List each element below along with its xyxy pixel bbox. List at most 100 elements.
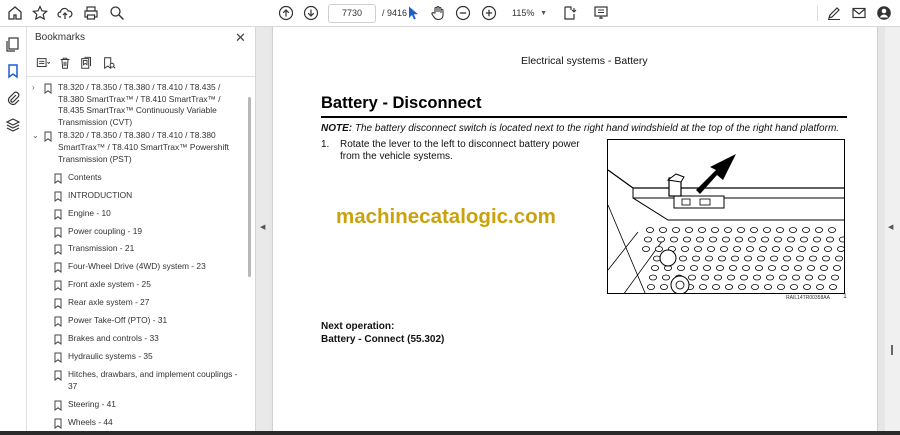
vent-hole: [692, 255, 701, 262]
bookmark-item[interactable]: Steering - 41: [27, 399, 241, 411]
vent-hole: [660, 284, 669, 290]
star-icon[interactable]: [31, 4, 49, 22]
bookmark-item[interactable]: Rear axle system - 27: [27, 297, 241, 310]
vent-hole: [741, 265, 750, 271]
vent-hole: [694, 246, 703, 252]
page-fit-icon[interactable]: [562, 4, 580, 22]
annotate-icon[interactable]: [592, 4, 610, 22]
vent-hole: [760, 236, 769, 243]
bookmark-label: Transmission - 21: [68, 243, 135, 254]
side-rail: [0, 27, 27, 435]
bookmark-label: Rear axle system - 27: [68, 297, 150, 308]
vent-hole: [817, 274, 826, 281]
bookmark-item[interactable]: Power coupling - 19: [27, 226, 241, 238]
scroll-thumb[interactable]: [891, 345, 893, 355]
vent-hole: [791, 274, 800, 281]
print-icon[interactable]: [82, 4, 100, 22]
bookmark-item[interactable]: Contents: [27, 172, 241, 184]
bookmark-item[interactable]: Four-Wheel Drive (4WD) system - 23: [27, 261, 241, 274]
battery-switch-figure: [607, 139, 845, 294]
bookmark-item[interactable]: INTRODUCTION: [27, 190, 241, 202]
vent-hole: [750, 284, 759, 290]
bookmark-label: Hitches, drawbars, and implement couplin…: [68, 369, 238, 391]
vent-hole: [815, 284, 824, 290]
attachment-icon[interactable]: [4, 89, 22, 107]
note-text: NOTE: The battery disconnect switch is l…: [321, 123, 839, 134]
chevron-down-icon[interactable]: ⌄: [32, 130, 39, 142]
vent-hole: [758, 246, 767, 252]
bookmark-item[interactable]: ⌄ T8.320 / T8.350 / T8.380 / T8.410 / T8…: [27, 130, 241, 165]
bookmark-item[interactable]: Wheels - 44: [27, 417, 241, 429]
vent-hole: [729, 265, 738, 271]
next-operation-link[interactable]: Battery - Connect (55.302): [321, 334, 444, 345]
note-label: NOTE:: [321, 123, 353, 134]
close-icon[interactable]: ✕: [235, 30, 246, 46]
collapse-left-icon[interactable]: ◀: [260, 223, 265, 231]
bookmark-item[interactable]: Transmission - 21: [27, 243, 241, 256]
bookmark-label: Brakes and controls - 33: [68, 333, 159, 344]
vent-hole: [797, 246, 806, 252]
bookmark-label: Power Take-Off (PTO) - 31: [68, 315, 168, 326]
vent-hole: [795, 255, 804, 262]
page-up-icon[interactable]: [277, 4, 295, 22]
vent-hole: [703, 265, 712, 271]
bookmark-item-icon: [54, 227, 62, 238]
delete-icon[interactable]: [57, 55, 73, 71]
bookmark-item[interactable]: Power Take-Off (PTO) - 31: [27, 315, 241, 328]
select-cursor-icon[interactable]: [404, 4, 422, 22]
bookmark-item[interactable]: Engine - 10: [27, 208, 241, 220]
bottom-bar: [0, 431, 900, 435]
vent-hole: [775, 227, 784, 233]
vent-hole: [731, 255, 740, 262]
document-scrollbar[interactable]: ◀: [885, 27, 900, 435]
account-icon[interactable]: [875, 4, 893, 22]
bookmark-item[interactable]: Hitches, drawbars, and implement couplin…: [27, 369, 241, 392]
vent-hole: [773, 236, 782, 243]
bookmark-item[interactable]: Brakes and controls - 33: [27, 333, 241, 346]
search-icon[interactable]: [108, 4, 126, 22]
vent-hole: [823, 246, 832, 252]
bookmarks-scrollbar[interactable]: [248, 97, 251, 277]
vent-hole: [810, 246, 819, 252]
vent-hole: [776, 284, 785, 290]
vent-hole: [808, 255, 817, 262]
vent-hole: [716, 265, 725, 271]
bookmarks-tree: › T8.320 / T8.350 / T8.380 / T8.410 / T8…: [27, 80, 245, 435]
sign-icon[interactable]: [825, 4, 843, 22]
home-icon[interactable]: [6, 4, 24, 22]
options-menu-icon[interactable]: [35, 55, 51, 71]
expand-right-icon[interactable]: ◀: [888, 223, 893, 231]
layers-icon[interactable]: [4, 116, 22, 134]
zoom-select[interactable]: 115% ▼: [505, 4, 551, 23]
bookmark-item[interactable]: Hydraulic systems - 35: [27, 351, 241, 364]
vent-hole: [733, 246, 742, 252]
page-number-input[interactable]: 7730: [328, 4, 376, 23]
bookmark-item[interactable]: › T8.320 / T8.350 / T8.380 / T8.410 / T8…: [27, 82, 241, 128]
thumbnails-icon[interactable]: [4, 35, 22, 53]
vent-hole: [793, 265, 802, 271]
bookmark-item-icon: [54, 280, 62, 292]
section-header: Electrical systems - Battery: [521, 55, 648, 67]
chevron-right-icon[interactable]: ›: [32, 82, 35, 94]
mail-icon[interactable]: [850, 4, 868, 22]
bookmark-item[interactable]: Front axle system - 25: [27, 279, 241, 292]
page-down-icon[interactable]: [302, 4, 320, 22]
zoom-in-icon[interactable]: [480, 4, 498, 22]
new-bookmark-icon[interactable]: [79, 55, 95, 71]
vent-hole: [834, 255, 843, 262]
bookmark-search-icon[interactable]: [101, 55, 117, 71]
bookmark-label: Engine - 10: [68, 207, 111, 218]
step-text: Rotate the lever to the left to disconne…: [340, 139, 580, 162]
bookmark-label: Wheels - 44: [68, 416, 113, 427]
top-toolbar: 7730 / 9416 115% ▼: [0, 0, 900, 27]
panel-splitter[interactable]: ◀: [255, 27, 269, 435]
toolbar-divider: [817, 6, 818, 21]
bookmarks-tools: [35, 54, 123, 72]
hand-tool-icon[interactable]: [429, 4, 447, 22]
cloud-upload-icon[interactable]: [56, 4, 74, 22]
vent-hole: [649, 274, 658, 281]
zoom-out-icon[interactable]: [454, 4, 472, 22]
vent-hole: [646, 227, 655, 233]
vent-hole: [735, 236, 744, 243]
bookmark-icon[interactable]: [4, 62, 22, 80]
